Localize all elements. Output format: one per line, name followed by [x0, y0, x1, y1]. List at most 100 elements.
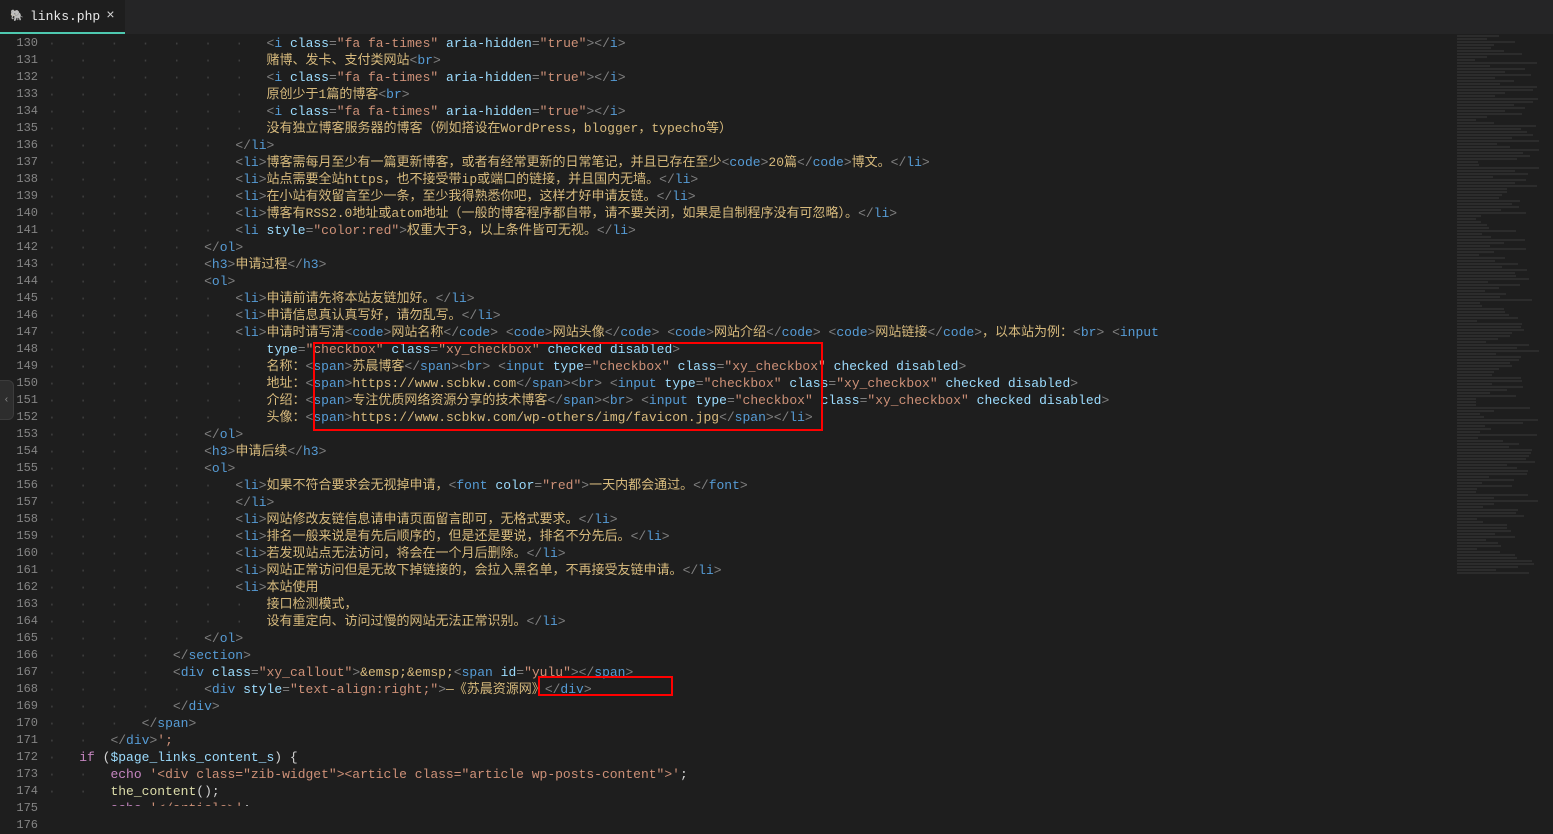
line-number: 168 — [4, 681, 38, 698]
chevron-left-icon: ‹ — [3, 395, 9, 406]
line-number: 163 — [4, 596, 38, 613]
code-line[interactable]: · · · </span> — [48, 715, 1453, 732]
line-number: 140 — [4, 205, 38, 222]
code-line[interactable]: · · · · · · <li>申请时请写清<code>网站名称</code> … — [48, 324, 1453, 341]
line-number: 172 — [4, 749, 38, 766]
line-number: 139 — [4, 188, 38, 205]
code-line[interactable]: · · · · · · · 原创少于1篇的博客<br> — [48, 86, 1453, 103]
code-line[interactable]: · · the_content(); — [48, 783, 1453, 800]
line-number: 159 — [4, 528, 38, 545]
code-line[interactable]: · · </div>'; — [48, 732, 1453, 749]
side-panel-handle[interactable]: ‹ — [0, 380, 14, 420]
line-number: 134 — [4, 103, 38, 120]
code-line[interactable]: · · · · · · · 介绍：<span>专注优质网络资源分享的技术博客</… — [48, 392, 1453, 409]
code-line[interactable]: · · · · · · · 头像：<span>https://www.scbkw… — [48, 409, 1453, 426]
code-line[interactable]: · · · · · </ol> — [48, 426, 1453, 443]
code-line[interactable]: · · · · · · · 名称：<span>苏晨博客</span><br> <… — [48, 358, 1453, 375]
line-number: 164 — [4, 613, 38, 630]
code-line[interactable]: · · · · </div> — [48, 698, 1453, 715]
code-line[interactable]: · · · · · · </li> — [48, 494, 1453, 511]
code-line[interactable]: · if ($page_links_content_s) { — [48, 749, 1453, 766]
file-tab[interactable]: 🐘 links.php × — [0, 0, 125, 34]
line-number: 156 — [4, 477, 38, 494]
code-line[interactable]: · · · · · · · type="checkbox" class="xy_… — [48, 341, 1453, 358]
code-line[interactable]: · · · · · · <li>网站修改友链信息请申请页面留言即可，无格式要求。… — [48, 511, 1453, 528]
code-line[interactable]: · · · · · · <li>在小站有效留言至少一条，至少我得熟悉你吧，这样才… — [48, 188, 1453, 205]
code-line[interactable]: · · · · · · <li>站点需要全站https，也不接受带ip或端口的链… — [48, 171, 1453, 188]
code-line[interactable]: · · · · · · · 接口检测模式， — [48, 596, 1453, 613]
line-number: 137 — [4, 154, 38, 171]
code-line[interactable]: · · echo '</article>'; — [48, 800, 1453, 806]
code-line[interactable]: · · · · · · <li>如果不符合要求会无视掉申请，<font colo… — [48, 477, 1453, 494]
line-number: 135 — [4, 120, 38, 137]
minimap-content — [1457, 35, 1549, 575]
line-number: 147 — [4, 324, 38, 341]
line-number: 157 — [4, 494, 38, 511]
code-line[interactable]: · · · · · · · 设有重定向、访问过慢的网站无法正常识别。</li> — [48, 613, 1453, 630]
code-line[interactable]: · · · · <div class="xy_callout">&emsp;&e… — [48, 664, 1453, 681]
line-number: 146 — [4, 307, 38, 324]
line-number: 144 — [4, 273, 38, 290]
code-line[interactable]: · · · · · · · 赌博、发卡、支付类网站<br> — [48, 52, 1453, 69]
code-line[interactable]: · · · · · · </li> — [48, 137, 1453, 154]
code-area[interactable]: · · · · · · · <i class="fa fa-times" ari… — [48, 35, 1453, 806]
line-number: 173 — [4, 766, 38, 783]
editor: 1301311321331341351361371381391401411421… — [0, 35, 1553, 806]
line-number: 175 — [4, 800, 38, 817]
line-number: 170 — [4, 715, 38, 732]
code-line[interactable]: · · · · · · <li>若发现站点无法访问，将会在一个月后删除。</li… — [48, 545, 1453, 562]
code-line[interactable]: · · · · · · · 没有独立博客服务器的博客（例如搭设在WordPres… — [48, 120, 1453, 137]
code-line[interactable]: · · · · · · · <i class="fa fa-times" ari… — [48, 35, 1453, 52]
code-line[interactable]: · · echo '<div class="zib-widget"><artic… — [48, 766, 1453, 783]
code-line[interactable]: · · · · </section> — [48, 647, 1453, 664]
code-line[interactable]: · · · · · <div style="text-align:right;"… — [48, 681, 1453, 698]
code-line[interactable]: · · · · · </ol> — [48, 630, 1453, 647]
code-line[interactable]: · · · · · · <li>申请前请先将本站友链加好。</li> — [48, 290, 1453, 307]
php-icon: 🐘 — [10, 9, 24, 23]
line-number: 133 — [4, 86, 38, 103]
line-number: 148 — [4, 341, 38, 358]
line-number: 143 — [4, 256, 38, 273]
line-number: 154 — [4, 443, 38, 460]
line-number: 132 — [4, 69, 38, 86]
code-line[interactable]: · · · · · · · <i class="fa fa-times" ari… — [48, 69, 1453, 86]
code-line[interactable]: · · · · · <ol> — [48, 273, 1453, 290]
line-number: 169 — [4, 698, 38, 715]
line-number: 161 — [4, 562, 38, 579]
line-number: 176 — [4, 817, 38, 834]
close-icon[interactable]: × — [106, 8, 114, 24]
line-number: 158 — [4, 511, 38, 528]
code-line[interactable]: · · · · · · · 地址：<span>https://www.scbkw… — [48, 375, 1453, 392]
line-number: 136 — [4, 137, 38, 154]
line-number: 165 — [4, 630, 38, 647]
line-number: 166 — [4, 647, 38, 664]
code-line[interactable]: · · · · · <h3>申请后续</h3> — [48, 443, 1453, 460]
code-line[interactable]: · · · · · <h3>申请过程</h3> — [48, 256, 1453, 273]
code-line[interactable]: · · · · · · <li>网站正常访问但是无故下掉链接的，会拉入黑名单，不… — [48, 562, 1453, 579]
code-line[interactable]: · · · · · · <li style="color:red">权重大于3，… — [48, 222, 1453, 239]
code-line[interactable]: · · · · · · <li>博客需每月至少有一篇更新博客，或者有经常更新的日… — [48, 154, 1453, 171]
line-number: 174 — [4, 783, 38, 800]
line-number: 131 — [4, 52, 38, 69]
line-number: 138 — [4, 171, 38, 188]
code-line[interactable]: · · · · · <ol> — [48, 460, 1453, 477]
minimap[interactable] — [1453, 35, 1553, 806]
tab-bar: 🐘 links.php × — [0, 0, 1553, 35]
line-number: 153 — [4, 426, 38, 443]
code-line[interactable]: · · · · · · <li>博客有RSS2.0地址或atom地址（一般的博客… — [48, 205, 1453, 222]
line-number: 145 — [4, 290, 38, 307]
line-number-gutter[interactable]: 1301311321331341351361371381391401411421… — [0, 35, 48, 806]
line-number: 155 — [4, 460, 38, 477]
line-number: 149 — [4, 358, 38, 375]
code-line[interactable]: · · · · · · <li>申请信息真认真写好，请勿乱写。</li> — [48, 307, 1453, 324]
line-number: 162 — [4, 579, 38, 596]
line-number: 171 — [4, 732, 38, 749]
code-line[interactable]: · · · · · · · <i class="fa fa-times" ari… — [48, 103, 1453, 120]
line-number: 141 — [4, 222, 38, 239]
code-line[interactable]: · · · · · </ol> — [48, 239, 1453, 256]
code-line[interactable]: · · · · · · <li>排名一般来说是有先后顺序的，但是还是要说，排名不… — [48, 528, 1453, 545]
line-number: 160 — [4, 545, 38, 562]
line-number: 142 — [4, 239, 38, 256]
code-line[interactable]: · · · · · · <li>本站使用 — [48, 579, 1453, 596]
tab-filename: links.php — [30, 9, 100, 24]
